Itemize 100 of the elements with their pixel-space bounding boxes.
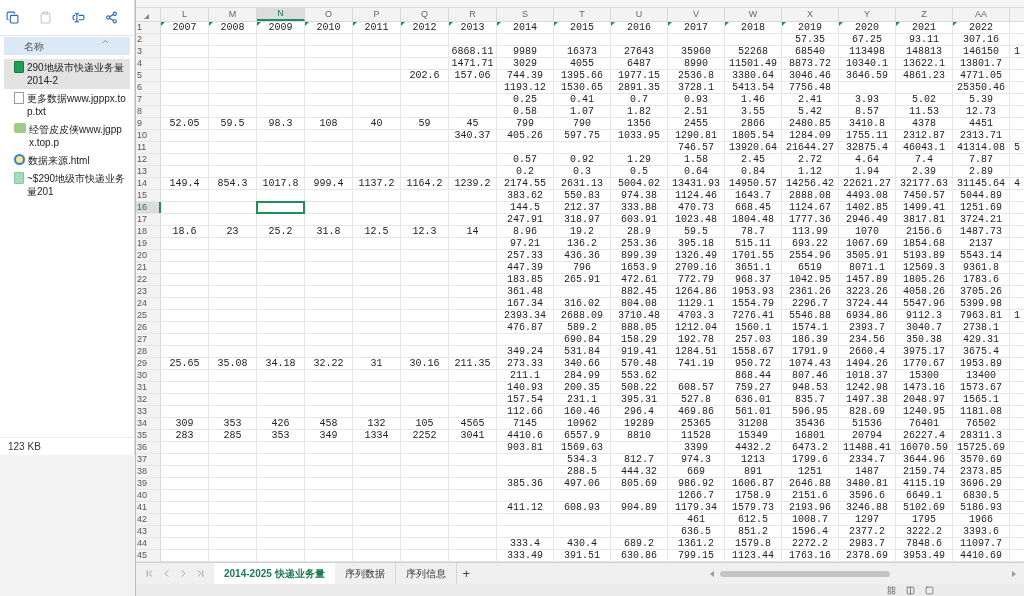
column-header[interactable]: N — [277, 6, 284, 21]
scrollbar-thumb[interactable] — [720, 570, 890, 577]
table-cell: 7450.57 — [903, 190, 945, 201]
normal-view-icon[interactable] — [887, 585, 896, 595]
row-header[interactable]: 7 — [137, 94, 142, 105]
table-cell: 799 — [516, 118, 534, 129]
column-header[interactable]: Z — [921, 7, 927, 22]
table-cell: 21644.27 — [786, 142, 834, 153]
table-cell: 1953.93 — [732, 286, 774, 297]
table-cell: 2.72 — [798, 154, 822, 165]
table-cell: 3724.21 — [960, 214, 1002, 225]
table-cell: 3724.44 — [846, 298, 888, 309]
column-header[interactable]: R — [469, 7, 476, 22]
column-header[interactable]: Q — [421, 7, 428, 22]
file-item[interactable]: 290地级市快递业务量2014-2 — [4, 59, 130, 89]
table-cell: 4378 — [912, 118, 936, 129]
formula-bar[interactable] — [136, 0, 1024, 8]
table-cell: 1193.12 — [504, 82, 546, 93]
row-header[interactable]: 3 — [137, 46, 142, 57]
file-item[interactable]: ~$290地级市快递业务量201 — [4, 170, 130, 200]
column-header[interactable]: M — [228, 7, 237, 22]
row-header[interactable]: 4 — [137, 58, 142, 69]
table-cell: 78.7 — [741, 226, 765, 237]
table-cell: 2888.08 — [789, 190, 831, 201]
file-item[interactable]: 经管皮皮侠www.jgppx.top.p — [4, 121, 130, 151]
image-file-icon — [14, 123, 26, 133]
table-cell: 458 — [319, 418, 338, 429]
row-header[interactable]: 5 — [137, 70, 142, 81]
column-header[interactable]: 名称 — [4, 37, 130, 55]
table-cell: 1606.87 — [732, 478, 774, 489]
page-layout-icon[interactable] — [906, 585, 915, 595]
column-header[interactable]: U — [635, 7, 643, 22]
table-cell: 2313.71 — [960, 130, 1002, 141]
table-cell: 146150 — [963, 46, 999, 57]
table-cell: 16070.59 — [900, 442, 948, 453]
table-cell: 385.36 — [507, 478, 543, 489]
column-header[interactable]: L — [182, 7, 187, 22]
table-cell: 2022 — [969, 22, 993, 33]
rename-icon[interactable] — [72, 11, 85, 24]
table-cell: 1326.49 — [675, 250, 717, 261]
table-cell: 3728.1 — [678, 82, 714, 93]
table-cell: 405.26 — [507, 130, 543, 141]
scroll-right-icon[interactable] — [1012, 570, 1016, 577]
last-sheet-icon[interactable] — [195, 568, 206, 579]
column-header[interactable]: P — [373, 7, 380, 22]
table-cell: 882.45 — [621, 286, 657, 297]
column-header[interactable]: AA — [975, 7, 987, 22]
row-header[interactable]: 6 — [137, 82, 142, 93]
table-cell: 3029 — [513, 58, 537, 69]
column-header[interactable]: W — [748, 7, 758, 22]
add-sheet-button[interactable]: + — [456, 563, 477, 584]
table-cell: 1213 — [741, 454, 765, 465]
table-cell: 2296.7 — [792, 298, 828, 309]
table-cell: 3041 — [460, 430, 485, 441]
file-item[interactable]: 数据来源.html — [4, 152, 130, 169]
table-cell: 1264.86 — [675, 286, 717, 297]
table-cell: 200.35 — [564, 382, 600, 393]
column-header[interactable]: X — [807, 7, 813, 22]
table-cell: 19.2 — [570, 226, 594, 237]
table-cell: 1284.09 — [789, 130, 831, 141]
table-cell: 904.89 — [621, 502, 657, 513]
table-cell: 469.86 — [678, 406, 714, 417]
row-header[interactable]: 1 — [137, 22, 142, 33]
sheet-tab[interactable]: 2014-2025 快递业务量 — [214, 563, 335, 584]
column-header[interactable]: S — [522, 7, 528, 22]
column-header[interactable]: Y — [864, 7, 870, 22]
table-cell: 5543.14 — [960, 250, 1002, 261]
selection-frame — [256, 201, 305, 214]
column-header[interactable]: O — [325, 7, 332, 22]
table-cell: 3570.69 — [960, 454, 1002, 465]
column-header[interactable]: V — [693, 7, 699, 22]
table-cell: 13622.1 — [903, 58, 945, 69]
page-break-icon[interactable] — [925, 585, 934, 595]
column-header[interactable]: T — [579, 7, 585, 22]
first-sheet-icon[interactable] — [144, 568, 155, 579]
table-cell: 1240.95 — [903, 406, 945, 417]
table-cell: 157.54 — [507, 394, 543, 405]
row-header[interactable]: 9 — [137, 118, 142, 129]
copy-icon[interactable] — [6, 11, 19, 24]
scroll-left-icon[interactable] — [710, 570, 714, 577]
table-cell: 1643.7 — [735, 190, 771, 201]
table-cell: 1804.48 — [732, 214, 774, 225]
browser-file-icon — [14, 154, 25, 165]
table-cell: 395.31 — [621, 394, 657, 405]
table-cell: 1569.63 — [561, 442, 603, 453]
file-item[interactable]: 更多数据www.jgppx.top.txt — [4, 90, 130, 120]
table-cell: 211.35 — [454, 358, 491, 369]
table-cell: 283 — [175, 430, 194, 441]
table-cell: 1653.9 — [621, 262, 657, 273]
table-cell: 1560.1 — [735, 322, 771, 333]
row-header[interactable]: 2 — [137, 34, 142, 45]
table-cell: 1361.2 — [678, 538, 714, 549]
table-cell: 15725.69 — [957, 442, 1005, 453]
table-cell: 4410.6 — [507, 430, 543, 441]
share-icon[interactable] — [105, 11, 118, 24]
paste-icon[interactable] — [39, 11, 52, 24]
row-header[interactable]: 8 — [137, 106, 142, 117]
table-cell: 3646.59 — [846, 70, 888, 81]
table-cell: 612.5 — [738, 514, 768, 525]
table-cell: 158.29 — [621, 334, 657, 345]
